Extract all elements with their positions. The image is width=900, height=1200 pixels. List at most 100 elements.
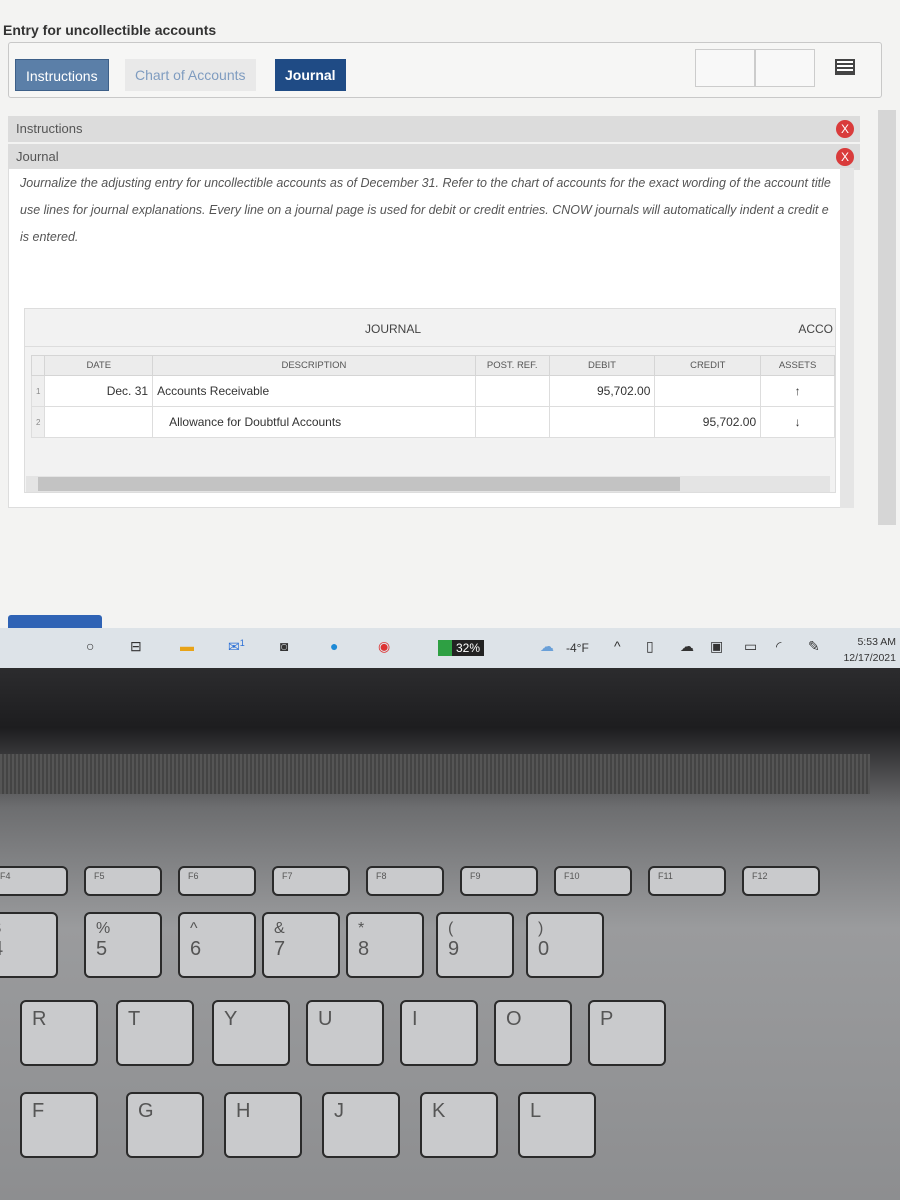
row-number: 1: [30, 375, 46, 407]
table-row: 2 Allowance for Doubtful Accounts 95,702…: [30, 406, 835, 438]
check-my-work-button[interactable]: [8, 615, 102, 628]
page-scrollbar[interactable]: [878, 110, 896, 525]
key-f12[interactable]: F12: [742, 866, 820, 896]
key-f5[interactable]: F5: [84, 866, 162, 896]
key-g[interactable]: G: [126, 1092, 204, 1158]
key-u[interactable]: U: [306, 1000, 384, 1066]
tab-chart-of-accounts[interactable]: Chart of Accounts: [125, 59, 256, 91]
journal-panel-header[interactable]: Journal X: [8, 144, 860, 170]
key-l[interactable]: L: [518, 1092, 596, 1158]
col-debit: DEBIT: [548, 355, 656, 376]
horizontal-scrollbar[interactable]: [26, 476, 830, 492]
date: 12/17/2021: [843, 652, 896, 664]
clock[interactable]: 5:53 AM 12/17/2021: [843, 634, 896, 666]
key-f8[interactable]: F8: [366, 866, 444, 896]
panel-label: Instructions: [16, 121, 83, 136]
key-f11[interactable]: F11: [648, 866, 726, 896]
col-assets: ASSETS: [760, 355, 835, 376]
col-date: DATE: [44, 355, 154, 376]
task-view-icon[interactable]: ⊟: [130, 638, 142, 655]
journal-table: DATE DESCRIPTION POST. REF. DEBIT CREDIT…: [30, 355, 835, 438]
key-t[interactable]: T: [116, 1000, 194, 1066]
key-0[interactable]: ) 0: [526, 912, 604, 978]
key-f6[interactable]: F6: [178, 866, 256, 896]
battery-indicator: 32%: [438, 640, 484, 656]
key-p[interactable]: P: [588, 1000, 666, 1066]
search-icon[interactable]: ○: [86, 638, 94, 654]
speaker-grill: [0, 754, 870, 794]
edge-icon[interactable]: ●: [330, 638, 338, 654]
instructions-line: Journalize the adjusting entry for uncol…: [20, 176, 831, 190]
post-ref-cell[interactable]: [474, 375, 550, 407]
date-cell[interactable]: Dec. 31: [44, 375, 154, 407]
panel-label: Journal: [16, 149, 59, 164]
journal-table-container: JOURNAL ACCO DATE DESCRIPTION POST. REF.…: [24, 308, 836, 493]
key-h[interactable]: H: [224, 1092, 302, 1158]
wifi-icon[interactable]: ◜: [776, 638, 781, 655]
arrow-down-icon: ↓: [760, 406, 835, 438]
table-header-row: DATE DESCRIPTION POST. REF. DEBIT CREDIT…: [30, 355, 835, 376]
vertical-scrollbar[interactable]: [840, 168, 854, 508]
notification-icon[interactable]: ▣: [710, 638, 723, 655]
key-f4[interactable]: F4: [0, 866, 68, 896]
camera-icon[interactable]: ◙: [280, 638, 288, 654]
scrollbar-thumb[interactable]: [38, 477, 680, 491]
row-number: 2: [30, 406, 46, 438]
credit-cell[interactable]: [654, 375, 762, 407]
key-j[interactable]: J: [322, 1092, 400, 1158]
meet-icon[interactable]: ▯: [646, 638, 654, 655]
key-f9[interactable]: F9: [460, 866, 538, 896]
key-f10[interactable]: F10: [554, 866, 632, 896]
debit-cell[interactable]: [548, 406, 656, 438]
credit-cell[interactable]: 95,702.00: [654, 406, 762, 438]
key-i[interactable]: I: [400, 1000, 478, 1066]
chevron-up-icon[interactable]: ^: [614, 638, 621, 654]
key-y[interactable]: Y: [212, 1000, 290, 1066]
col-credit: CREDIT: [654, 355, 762, 376]
instructions-line: is entered.: [20, 230, 79, 244]
instructions-text: Journalize the adjusting entry for uncol…: [20, 170, 840, 251]
battery-tray-icon[interactable]: ▭: [744, 638, 757, 655]
pen-icon[interactable]: ✎: [808, 638, 820, 655]
close-icon[interactable]: X: [836, 148, 854, 166]
key-f[interactable]: F: [20, 1092, 98, 1158]
key-7[interactable]: & 7: [262, 912, 340, 978]
post-ref-cell[interactable]: [474, 406, 550, 438]
journal-header: JOURNAL ACCO: [25, 309, 835, 347]
menu-icon[interactable]: [835, 59, 855, 75]
description-cell[interactable]: Accounts Receivable: [152, 375, 476, 407]
close-icon[interactable]: X: [836, 120, 854, 138]
key-k[interactable]: K: [420, 1092, 498, 1158]
instructions-line: use lines for journal explanations. Ever…: [20, 203, 829, 217]
toolbar-slot[interactable]: [695, 49, 755, 87]
key-8[interactable]: * 8: [346, 912, 424, 978]
weather-icon: ☁: [540, 638, 554, 654]
arrow-up-icon: ↑: [760, 375, 835, 407]
mail-icon[interactable]: ✉1: [228, 638, 245, 656]
tab-journal[interactable]: Journal: [275, 59, 346, 91]
accounts-title: ACCO: [798, 322, 833, 336]
key-9[interactable]: (9: [436, 912, 514, 978]
toolbar-slot[interactable]: [755, 49, 815, 87]
key-6[interactable]: ^ 6: [178, 912, 256, 978]
row-num-header: [30, 355, 46, 376]
chrome-icon[interactable]: ◉: [378, 638, 390, 655]
file-explorer-icon[interactable]: ▬: [180, 638, 194, 654]
page-title: Entry for uncollectible accounts: [3, 22, 217, 38]
description-cell[interactable]: Allowance for Doubtful Accounts: [152, 406, 476, 438]
table-row: 1 Dec. 31 Accounts Receivable 95,702.00 …: [30, 375, 835, 407]
key-4[interactable]: $4: [0, 912, 58, 978]
tab-instructions[interactable]: Instructions: [15, 59, 109, 91]
key-5[interactable]: % 5: [84, 912, 162, 978]
onedrive-icon[interactable]: ☁: [680, 638, 694, 655]
keyboard: F4 F5 F6 F7 F8 F9 F10 F11 F12 $4 %5 ^6 &…: [0, 668, 900, 1200]
date-cell[interactable]: [44, 406, 154, 438]
key-o[interactable]: O: [494, 1000, 572, 1066]
weather-temp[interactable]: -4°F: [566, 641, 589, 655]
instructions-panel-header[interactable]: Instructions X: [8, 116, 860, 142]
journal-title: JOURNAL: [365, 322, 422, 336]
col-post-ref: POST. REF.: [474, 355, 550, 376]
key-r[interactable]: R: [20, 1000, 98, 1066]
debit-cell[interactable]: 95,702.00: [548, 375, 656, 407]
key-f7[interactable]: F7: [272, 866, 350, 896]
